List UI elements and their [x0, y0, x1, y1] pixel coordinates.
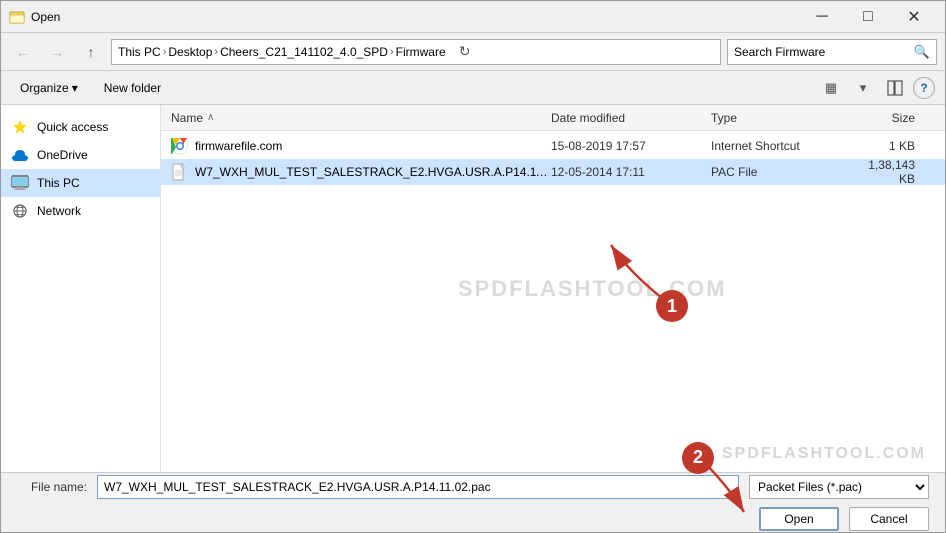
help-button[interactable]: ? [913, 77, 935, 99]
forward-button[interactable]: → [43, 38, 71, 66]
sidebar-item-quick-access[interactable]: Quick access [1, 113, 160, 141]
sidebar-item-network[interactable]: Network [1, 197, 160, 225]
pac-file-icon [171, 163, 189, 181]
file-name-cell: firmwarefile.com [171, 137, 551, 155]
file-date: 12-05-2014 17:11 [551, 165, 711, 179]
bottom-bar: SPDFLASHTOOL.COM File name: Packet Files… [1, 472, 945, 532]
file-date: 15-08-2019 17:57 [551, 139, 711, 153]
organize-toolbar: Organize ▾ New folder ▦ ▾ ? [1, 71, 945, 105]
sidebar-item-onedrive[interactable]: OneDrive [1, 141, 160, 169]
column-headers: Name ∧ Date modified Type Size [161, 105, 945, 131]
view-controls: ▦ ▾ ? [817, 76, 935, 100]
filename-row: File name: Packet Files (*.pac) All File… [17, 475, 929, 499]
chrome-icon [171, 137, 189, 155]
cloud-icon [11, 146, 29, 164]
crumb-this-pc: This PC [118, 45, 161, 59]
main-area: Quick access OneDrive This PC Network [1, 105, 945, 472]
search-input[interactable] [734, 45, 914, 59]
up-button[interactable]: ↑ [77, 38, 105, 66]
file-type: Internet Shortcut [711, 139, 861, 153]
breadcrumb: This PC › Desktop › Cheers_C21_141102_4.… [118, 45, 446, 59]
sidebar-label-onedrive: OneDrive [37, 148, 88, 162]
file-type: PAC File [711, 165, 861, 179]
address-bar[interactable]: This PC › Desktop › Cheers_C21_141102_4.… [111, 39, 721, 65]
organize-button[interactable]: Organize ▾ [11, 76, 87, 100]
file-name-cell: W7_WXH_MUL_TEST_SALESTRACK_E2.HVGA.USR.A… [171, 163, 551, 181]
network-icon [11, 202, 29, 220]
window-title: Open [31, 10, 799, 24]
filename-label: File name: [17, 480, 87, 494]
file-list: firmwarefile.com 15-08-2019 17:57 Intern… [161, 131, 945, 472]
file-name-text: firmwarefile.com [195, 139, 282, 153]
maximize-button[interactable]: □ [845, 1, 891, 33]
col-header-size[interactable]: Size [861, 111, 935, 125]
window-icon [9, 9, 25, 25]
sidebar-label-quick-access: Quick access [37, 120, 108, 134]
col-header-name[interactable]: Name ∧ [171, 111, 551, 125]
button-row: Open Cancel 2 [17, 507, 929, 531]
sidebar-label-network: Network [37, 204, 81, 218]
crumb-firmware: Firmware [396, 45, 446, 59]
address-toolbar: ← → ↑ This PC › Desktop › Cheers_C21_141… [1, 33, 945, 71]
crumb-desktop: Desktop [168, 45, 212, 59]
search-icon: 🔍 [914, 44, 930, 60]
computer-icon [11, 174, 29, 192]
file-size: 1,38,143 KB [861, 158, 935, 186]
back-button[interactable]: ← [9, 38, 37, 66]
open-button[interactable]: Open [759, 507, 839, 531]
sidebar: Quick access OneDrive This PC Network [1, 105, 161, 472]
file-size: 1 KB [861, 139, 935, 153]
new-folder-button[interactable]: New folder [95, 76, 170, 100]
close-button[interactable]: ✕ [891, 1, 937, 33]
crumb-folder: Cheers_C21_141102_4.0_SPD [220, 45, 388, 59]
open-dialog: Open ─ □ ✕ ← → ↑ This PC › Desktop › Che… [0, 0, 946, 533]
file-name-text: W7_WXH_MUL_TEST_SALESTRACK_E2.HVGA.USR.A… [195, 165, 551, 179]
cancel-button[interactable]: Cancel [849, 507, 929, 531]
minimize-button[interactable]: ─ [799, 1, 845, 33]
search-box: 🔍 [727, 39, 937, 65]
file-area: SPDFLASHTOOL.COM Name ∧ Date modified Ty… [161, 105, 945, 472]
window-controls: ─ □ ✕ [799, 1, 937, 33]
col-header-date[interactable]: Date modified [551, 111, 711, 125]
sidebar-item-this-pc[interactable]: This PC [1, 169, 160, 197]
filetype-select[interactable]: Packet Files (*.pac) All Files (*.*) [749, 475, 929, 499]
star-icon [11, 118, 29, 136]
refresh-button[interactable]: ↻ [454, 41, 476, 63]
col-header-type[interactable]: Type [711, 111, 861, 125]
list-item[interactable]: firmwarefile.com 15-08-2019 17:57 Intern… [161, 133, 945, 159]
title-bar: Open ─ □ ✕ [1, 1, 945, 33]
sidebar-label-this-pc: This PC [37, 176, 80, 190]
pane-button[interactable] [881, 76, 909, 100]
view-dropdown-button[interactable]: ▾ [849, 76, 877, 100]
view-button[interactable]: ▦ [817, 76, 845, 100]
list-item[interactable]: W7_WXH_MUL_TEST_SALESTRACK_E2.HVGA.USR.A… [161, 159, 945, 185]
sort-arrow-icon: ∧ [207, 112, 214, 123]
filename-input[interactable] [97, 475, 739, 499]
